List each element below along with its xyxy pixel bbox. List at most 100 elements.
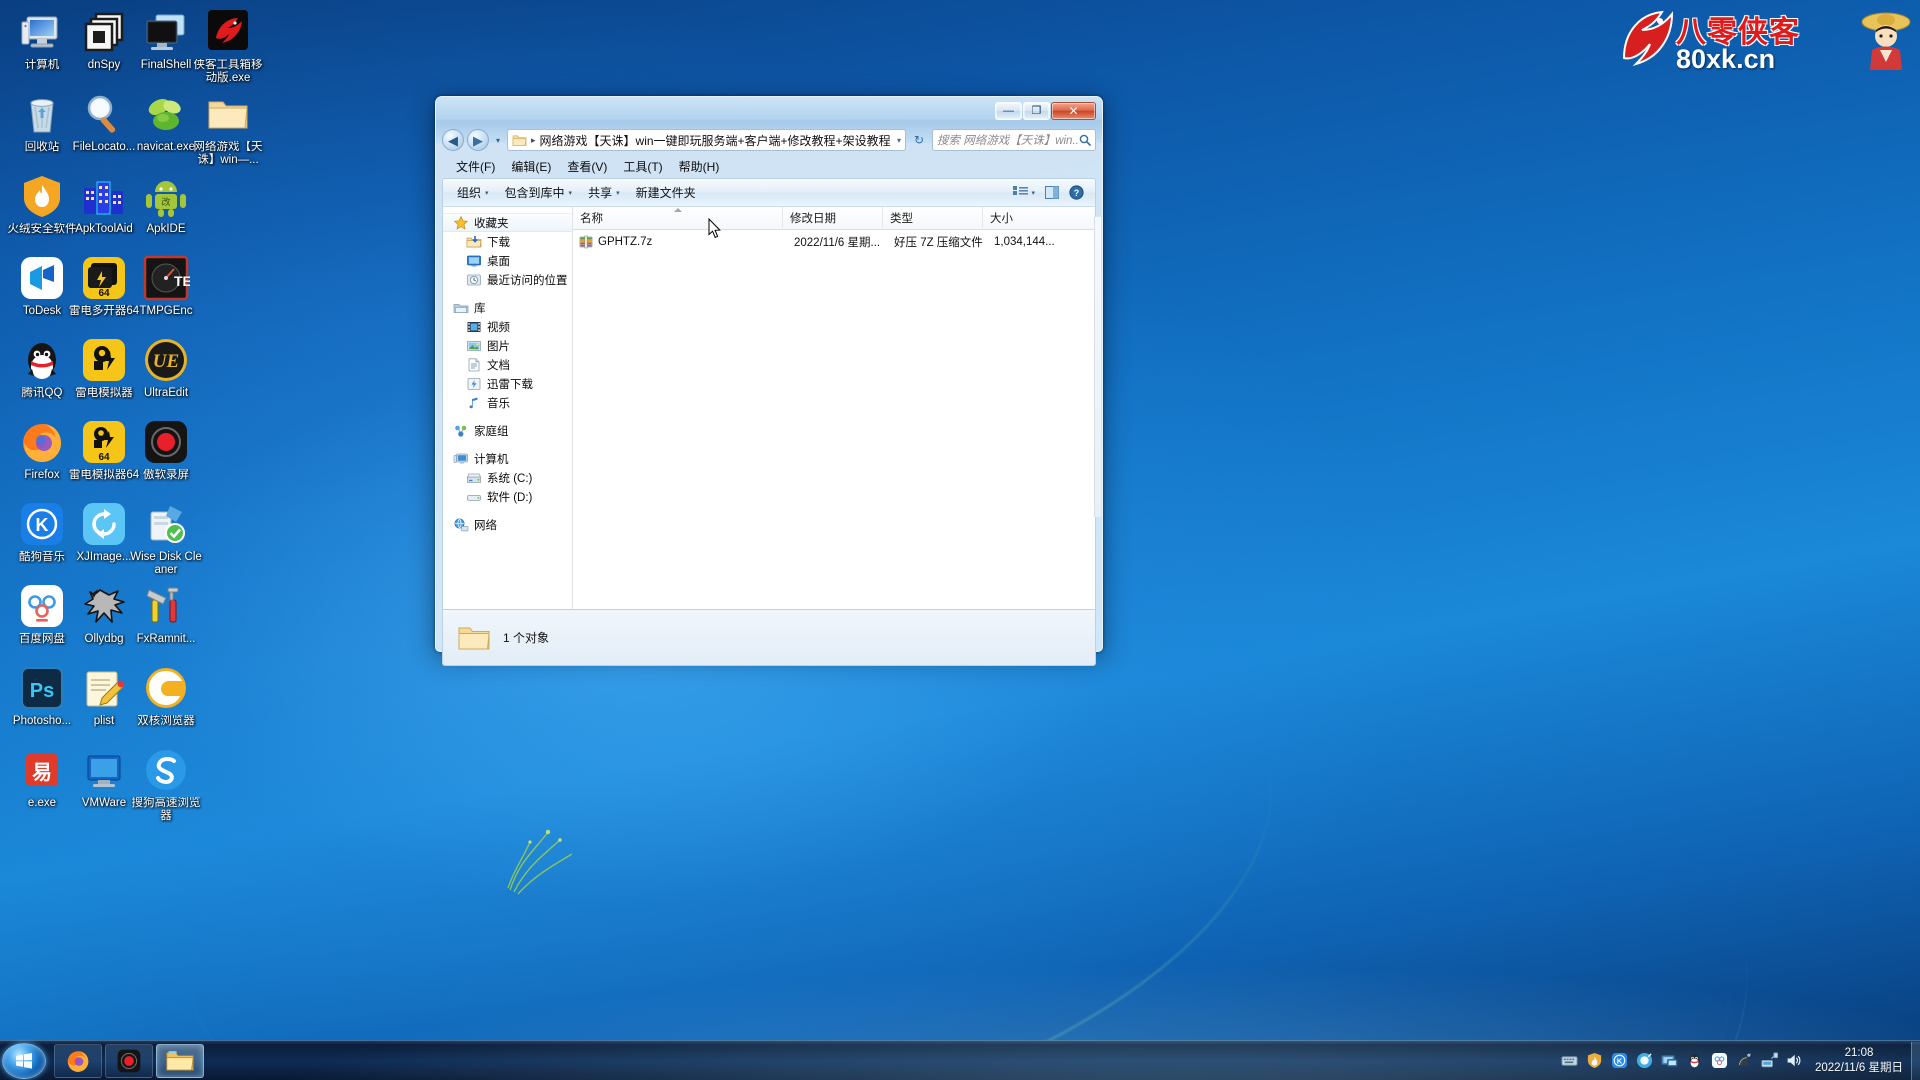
- nav-item-documents[interactable]: 文档: [443, 355, 572, 374]
- desktop-icon-wise-disk-cleaner[interactable]: Wise Disk Cleaner: [128, 500, 204, 577]
- desktop-icon-label: ApkIDE: [146, 223, 186, 235]
- column-header-type[interactable]: 类型: [883, 207, 983, 230]
- organize-label: 组织: [457, 186, 482, 200]
- start-button[interactable]: [2, 1042, 46, 1079]
- show-desktop-button[interactable]: [1911, 1041, 1920, 1080]
- taskbar-clock[interactable]: 21:08 2022/11/6 星期日: [1809, 1046, 1911, 1076]
- chevron-down-icon: ▾: [1031, 189, 1035, 197]
- file-rows[interactable]: GPHTZ.7z 2022/11/6 星期... 好压 7Z 压缩文件 1,03…: [573, 230, 1095, 609]
- nav-label: 下载: [487, 236, 510, 249]
- explorer-folder-icon: [166, 1050, 194, 1070]
- desktop[interactable]: 计算机 dnSpy FinalShell 侠客工具箱移动版.exe 回收站 Fi…: [0, 0, 1920, 1080]
- menu-item-tools[interactable]: 工具(T): [615, 156, 670, 177]
- nav-header-computer[interactable]: 计算机: [443, 449, 572, 468]
- help-button[interactable]: ?: [1064, 183, 1089, 202]
- nav-header-favorites[interactable]: 收藏夹: [443, 213, 572, 232]
- baidu-netdisk-icon[interactable]: [1711, 1052, 1728, 1069]
- remote-desktop-icon[interactable]: [1661, 1052, 1678, 1069]
- preview-pane-icon: [1045, 186, 1059, 199]
- taskbar[interactable]: K 21:08 2022/11/6 星期日: [0, 1040, 1920, 1080]
- file-name-cell[interactable]: GPHTZ.7z: [577, 235, 787, 249]
- desktop-icon-game-folder[interactable]: 网络游戏【天诛】win—...: [190, 90, 266, 167]
- drive-icon: [467, 494, 481, 501]
- desktop-icon-ultraedit[interactable]: UE UltraEdit: [128, 336, 204, 400]
- satellite-icon[interactable]: [1736, 1052, 1753, 1069]
- file-list-pane[interactable]: 名称 修改日期 类型 大小 GPHTZ.7z 2022/11/6 星期... 好…: [573, 207, 1095, 609]
- forward-button[interactable]: ▶: [467, 129, 489, 151]
- minimize-button[interactable]: —: [995, 102, 1022, 120]
- address-dropdown-icon[interactable]: ▾: [893, 136, 901, 145]
- minimize-icon: —: [1003, 104, 1014, 117]
- column-header-size[interactable]: 大小: [983, 207, 1095, 230]
- preview-pane-button[interactable]: [1040, 184, 1064, 201]
- kugou-icon[interactable]: K: [1611, 1052, 1628, 1069]
- column-header-name[interactable]: 名称: [573, 207, 783, 230]
- command-bar[interactable]: 组织 ▾ 包含到库中 ▾ 共享 ▾ 新建文件夹 ▾ ?: [442, 178, 1096, 206]
- recent-pages-dropdown[interactable]: ▾: [492, 136, 504, 145]
- column-header-row[interactable]: 名称 修改日期 类型 大小: [573, 207, 1095, 230]
- menu-item-view[interactable]: 查看(V): [559, 156, 615, 177]
- qq-icon[interactable]: [1686, 1052, 1703, 1069]
- desktop-icon-apkide[interactable]: 改 ApkIDE: [128, 172, 204, 236]
- new-folder-button[interactable]: 新建文件夹: [628, 181, 704, 204]
- recorder-icon: [117, 1049, 141, 1072]
- column-header-date[interactable]: 修改日期: [783, 207, 883, 230]
- nav-item-music[interactable]: 音乐: [443, 393, 572, 412]
- menu-item-file[interactable]: 文件(F): [448, 156, 503, 177]
- explorer-window[interactable]: — ❐ ✕ ◀ ▶ ▾ ▸ 网络游戏【天诛】win一键即玩服务端+客户端+修改教…: [435, 96, 1103, 666]
- huorong-shield-icon[interactable]: [1586, 1052, 1603, 1069]
- desktop-icon-tmpgenc[interactable]: TE TMPGEnc: [128, 254, 204, 318]
- taskbar-button-firefox[interactable]: [54, 1043, 102, 1078]
- share-button[interactable]: 共享 ▾: [580, 181, 628, 204]
- tmpgenc-icon: TE: [142, 254, 190, 302]
- system-tray[interactable]: K: [1561, 1052, 1809, 1069]
- svg-text:K: K: [36, 515, 49, 535]
- maximize-button[interactable]: ❐: [1023, 102, 1050, 120]
- keyboard-layout-icon[interactable]: [1561, 1052, 1578, 1069]
- menu-item-help[interactable]: 帮助(H): [671, 156, 728, 177]
- nav-item-drive-d[interactable]: 软件 (D:): [443, 487, 572, 506]
- change-view-button[interactable]: ▾: [1008, 184, 1040, 201]
- window-titlebar[interactable]: — ❐ ✕: [441, 102, 1097, 128]
- nav-item-videos[interactable]: 视频: [443, 317, 572, 336]
- taskbar-button-recorder[interactable]: [105, 1043, 153, 1078]
- explorer-content[interactable]: 收藏夹 下载 桌面 最近访问的位置 库 视频 图片 文档 迅雷下载 音乐 家庭组…: [442, 206, 1096, 610]
- address-bar[interactable]: ▸ 网络游戏【天诛】win一键即玩服务端+客户端+修改教程+架设教程 ▾: [507, 129, 906, 151]
- breadcrumb-path[interactable]: 网络游戏【天诛】win一键即玩服务端+客户端+修改教程+架设教程: [540, 132, 891, 149]
- nav-item-downloads[interactable]: 下载: [443, 232, 572, 251]
- volume-icon[interactable]: [1786, 1052, 1803, 1069]
- organize-button[interactable]: 组织 ▾: [449, 181, 497, 204]
- nav-header-libraries[interactable]: 库: [443, 298, 572, 317]
- desktop-icon-apowersoft-rec[interactable]: 傲软录屏: [128, 418, 204, 482]
- nav-item-thunder-download[interactable]: 迅雷下载: [443, 374, 572, 393]
- back-button[interactable]: ◀: [442, 129, 464, 151]
- desktop-icon-xiake-toolbox[interactable]: 侠客工具箱移动版.exe: [190, 8, 266, 85]
- desktop-icon-fxramnit[interactable]: FxRamnit...: [128, 582, 204, 646]
- svg-text:64: 64: [98, 452, 110, 463]
- close-button[interactable]: ✕: [1051, 102, 1096, 120]
- nav-item-pictures[interactable]: 图片: [443, 336, 572, 355]
- nav-header-network[interactable]: 网络: [443, 515, 572, 534]
- todesk-icon[interactable]: [1636, 1052, 1653, 1069]
- table-row[interactable]: GPHTZ.7z 2022/11/6 星期... 好压 7Z 压缩文件 1,03…: [573, 232, 1095, 251]
- computer-icon: [18, 8, 66, 56]
- address-row[interactable]: ◀ ▶ ▾ ▸ 网络游戏【天诛】win一键即玩服务端+客户端+修改教程+架设教程…: [442, 128, 1096, 152]
- refresh-button[interactable]: ↻: [909, 129, 929, 151]
- nav-item-drive-c[interactable]: 系统 (C:): [443, 468, 572, 487]
- nav-header-homegroup[interactable]: 家庭组: [443, 421, 572, 440]
- taskbar-button-explorer[interactable]: [156, 1043, 204, 1078]
- nav-label: 库: [474, 302, 486, 315]
- menu-bar[interactable]: 文件(F) 编辑(E) 查看(V) 工具(T) 帮助(H): [441, 156, 1097, 176]
- pictures-icon: [467, 340, 481, 351]
- search-input[interactable]: 搜索 网络游戏【天诛】win...: [932, 129, 1096, 151]
- navigation-pane[interactable]: 收藏夹 下载 桌面 最近访问的位置 库 视频 图片 文档 迅雷下载 音乐 家庭组…: [443, 207, 573, 609]
- menu-item-edit[interactable]: 编辑(E): [503, 156, 559, 177]
- view-layout-icon: [1013, 186, 1029, 195]
- downloads-icon: [466, 235, 482, 247]
- desktop-icon-sogou-browser[interactable]: 搜狗高速浏览器: [128, 746, 204, 823]
- nav-item-desktop[interactable]: 桌面: [443, 251, 572, 270]
- nav-item-recent-places[interactable]: 最近访问的位置: [443, 270, 572, 289]
- include-in-library-button[interactable]: 包含到库中 ▾: [497, 181, 581, 204]
- network-icon[interactable]: [1761, 1052, 1778, 1069]
- desktop-icon-dual-core-browser[interactable]: 双核浏览器: [128, 664, 204, 728]
